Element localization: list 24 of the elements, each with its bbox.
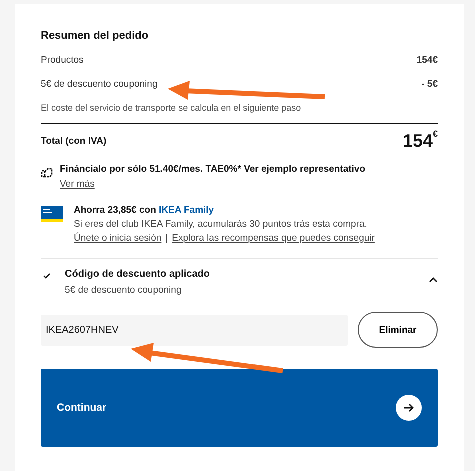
check-icon [43,273,51,279]
line-amount: - 5€ [422,79,438,90]
join-login-link[interactable]: Únete o inicia sesión [74,233,162,244]
line-amount: 154€ [416,55,438,66]
financing-text: Fináncialo por sólo 51.40€/mes. TAE0%* Ver ejemplo representativo [60,164,366,175]
rewards-link[interactable]: Explora las recompensas que puedes conseguir [172,233,375,244]
link-separator: | [166,233,168,244]
shipping-note: El coste del servicio de transporte se calcula en el siguiente paso [41,103,438,124]
continue-button[interactable]: Continuar [41,369,438,447]
summary-title: Resumen del pedido [41,30,150,42]
family-points-text: Si eres del club IKEA Family, acumularás 30 puntos trás esta compra. [74,219,368,230]
line-label: 5€ de descuento couponing [41,79,158,90]
discount-code-field[interactable]: IKEA2607HNEV [41,314,348,346]
family-savings-title: Ahorra 23,85€ con IKEA Family [74,205,216,216]
total-amount: 154$^{€}$ [402,131,438,152]
see-more-link[interactable]: Ver más [60,179,366,190]
remove-button[interactable]: Eliminar [358,312,438,348]
discount-title: Código de descuento aplicado [65,269,210,280]
arrow-right-icon [404,403,414,413]
discount-subtitle: 5€ de descuento couponing [65,285,183,296]
collapse-button[interactable] [429,277,438,283]
line-label: Productos [41,55,84,66]
total-label: Total (con IVA) [41,136,107,147]
membership-card-icon [41,206,63,222]
